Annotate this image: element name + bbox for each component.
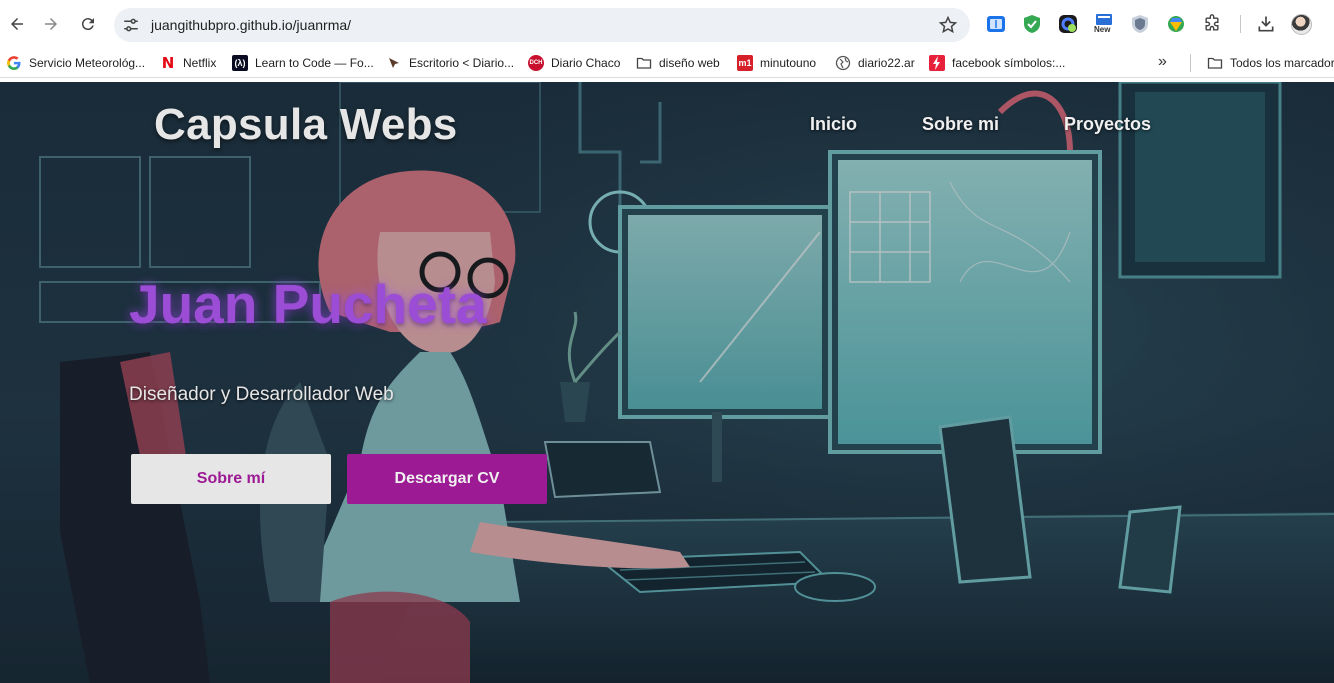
nav-link-sobre-mi[interactable]: Sobre mi [922,114,999,135]
folder-icon [636,55,652,71]
sobre-mi-button[interactable]: Sobre mí [131,454,331,504]
hero-name: Juan Pucheta [129,273,487,335]
downloads-icon[interactable] [1256,14,1276,34]
forward-button[interactable] [37,10,65,38]
hero-background-illustration [0,82,1334,683]
bookmark-learn-to-code[interactable]: (λ) Learn to Code — Fo... [232,54,374,72]
hero-subtitle: Diseñador y Desarrollador Web [129,384,394,405]
folder-icon [1207,55,1223,71]
gem-extension-icon[interactable] [1166,14,1186,34]
bookmark-diseno-web[interactable]: diseño web [636,54,720,72]
bookmarks-bar: Servicio Meteorológ... N Netflix (λ) Lea… [0,48,1334,78]
shield-extension-icon[interactable] [1022,14,1042,34]
new-badge: New [1094,25,1111,34]
forward-arrow-icon [45,18,57,30]
bookmark-label: Todos los marcadores [1230,56,1334,70]
bookmark-label: diario22.ar [858,56,915,70]
google-icon [6,55,22,71]
bookmark-label: Servicio Meteorológ... [29,56,146,70]
site-icon [386,55,402,71]
bookmark-label: Learn to Code — Fo... [255,56,374,70]
toolbar-divider [1240,15,1241,33]
reader-extension-icon[interactable] [986,14,1006,34]
bookmark-label: minutouno [760,56,817,70]
bookmark-label: facebook símbolos:... [952,56,1066,70]
back-arrow-icon [11,18,23,30]
nav-link-proyectos[interactable]: Proyectos [1064,114,1151,135]
url-text[interactable]: juangithubpro.github.io/juanrma/ [151,17,351,33]
browser-toolbar: juangithubpro.github.io/juanrma/ New [0,0,1334,48]
bookmark-label: Diario Chaco [551,56,621,70]
freecodecamp-icon: (λ) [232,55,248,71]
bookmark-label: Escritorio < Diario... [409,56,515,70]
site-brand[interactable]: Capsula Webs [154,100,458,150]
minutouno-icon: m1 [737,55,753,71]
bookmark-netflix[interactable]: N Netflix [160,54,217,72]
bookmark-diario22[interactable]: diario22.ar [835,54,915,72]
netflix-icon: N [161,54,175,72]
bookmark-star-icon[interactable] [938,15,958,35]
address-bar[interactable]: juangithubpro.github.io/juanrma/ [114,8,970,42]
reload-icon [81,18,94,31]
bookmark-minutouno[interactable]: m1 minutouno [737,54,816,72]
nav-link-inicio[interactable]: Inicio [810,114,857,135]
bookmarks-divider [1190,54,1191,72]
globe-icon [835,55,851,71]
more-bookmarks-chevron-icon[interactable]: » [1158,53,1167,71]
extensions-puzzle-icon[interactable] [1202,14,1222,34]
back-button[interactable] [3,10,31,38]
site-info-icon[interactable] [122,16,140,34]
bookmark-label: diseño web [659,56,720,70]
app-extension-icon[interactable] [1058,14,1078,34]
bookmark-facebook-simbolos[interactable]: facebook símbolos:... [929,54,1065,72]
all-bookmarks-folder[interactable]: Todos los marcadores [1207,54,1334,72]
hero-section: Capsula Webs Inicio Sobre mi Proyectos J… [0,82,1334,683]
bookmark-servicio-meteorologico[interactable]: Servicio Meteorológ... [6,54,145,72]
download-cv-button[interactable]: Descargar CV [347,454,547,504]
bookmark-diario-chaco[interactable]: DCH Diario Chaco [528,54,620,72]
diario-chaco-icon: DCH [528,55,544,71]
privacy-shield-icon[interactable] [1130,14,1150,34]
profile-avatar[interactable] [1291,14,1312,35]
bolt-icon [929,55,945,71]
bookmark-label: Netflix [183,56,217,70]
reload-button[interactable] [74,10,102,38]
bookmark-escritorio-diario[interactable]: Escritorio < Diario... [386,54,514,72]
